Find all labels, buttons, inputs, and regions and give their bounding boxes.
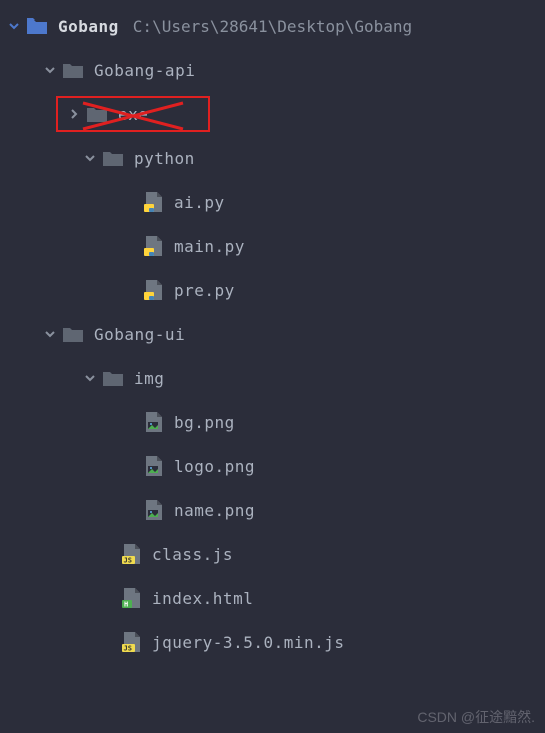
tree-file-main-py[interactable]: main.py [0, 224, 545, 268]
image-file-icon [142, 455, 164, 477]
chevron-down-icon[interactable] [82, 372, 98, 384]
file-label: bg.png [174, 413, 235, 432]
chevron-down-icon[interactable] [42, 64, 58, 76]
svg-text:H: H [124, 601, 128, 609]
tree-file-pre-py[interactable]: pre.py [0, 268, 545, 312]
tree-file-index-html[interactable]: H index.html [0, 576, 545, 620]
image-file-icon [142, 499, 164, 521]
file-label: index.html [152, 589, 253, 608]
tree-file-class-js[interactable]: JS class.js [0, 532, 545, 576]
svg-text:JS: JS [124, 645, 132, 653]
tree-file-jquery-js[interactable]: JS jquery-3.5.0.min.js [0, 620, 545, 664]
file-label: main.py [174, 237, 245, 256]
file-label: pre.py [174, 281, 235, 300]
watermark: CSDN @征途黯然. [417, 707, 535, 727]
folder-label: Gobang-ui [94, 325, 185, 344]
tree-folder-python[interactable]: python [0, 136, 545, 180]
tree-file-ai-py[interactable]: ai.py [0, 180, 545, 224]
html-file-icon: H [120, 587, 142, 609]
exe-highlight-box: exe [56, 96, 210, 132]
folder-icon [102, 147, 124, 169]
folder-icon [26, 15, 48, 37]
tree-file-name-png[interactable]: name.png [0, 488, 545, 532]
folder-label: img [134, 369, 164, 388]
file-label: name.png [174, 501, 255, 520]
folder-icon [62, 59, 84, 81]
folder-icon [86, 103, 108, 125]
python-file-icon [142, 235, 164, 257]
chevron-right-icon[interactable] [66, 108, 82, 120]
file-label: logo.png [174, 457, 255, 476]
file-label: ai.py [174, 193, 225, 212]
image-file-icon [142, 411, 164, 433]
file-label: class.js [152, 545, 233, 564]
folder-icon [102, 367, 124, 389]
root-name: Gobang [58, 17, 119, 36]
svg-text:JS: JS [124, 557, 132, 565]
chevron-down-icon[interactable] [42, 328, 58, 340]
tree-folder-gobang-ui[interactable]: Gobang-ui [0, 312, 545, 356]
file-tree: Gobang C:\Users\28641\Desktop\Gobang Gob… [0, 0, 545, 668]
tree-folder-exe[interactable]: exe [0, 92, 545, 136]
tree-folder-gobang-api[interactable]: Gobang-api [0, 48, 545, 92]
js-file-icon: JS [120, 543, 142, 565]
folder-label: python [134, 149, 195, 168]
tree-file-logo-png[interactable]: logo.png [0, 444, 545, 488]
folder-icon [62, 323, 84, 345]
js-file-icon: JS [120, 631, 142, 653]
file-label: jquery-3.5.0.min.js [152, 633, 345, 652]
python-file-icon [142, 279, 164, 301]
folder-label: exe [118, 105, 148, 124]
folder-label: Gobang-api [94, 61, 195, 80]
chevron-down-icon[interactable] [82, 152, 98, 164]
python-file-icon [142, 191, 164, 213]
root-path: C:\Users\28641\Desktop\Gobang [133, 17, 412, 36]
tree-folder-img[interactable]: img [0, 356, 545, 400]
tree-root[interactable]: Gobang C:\Users\28641\Desktop\Gobang [0, 4, 545, 48]
chevron-down-icon[interactable] [6, 20, 22, 32]
tree-file-bg-png[interactable]: bg.png [0, 400, 545, 444]
